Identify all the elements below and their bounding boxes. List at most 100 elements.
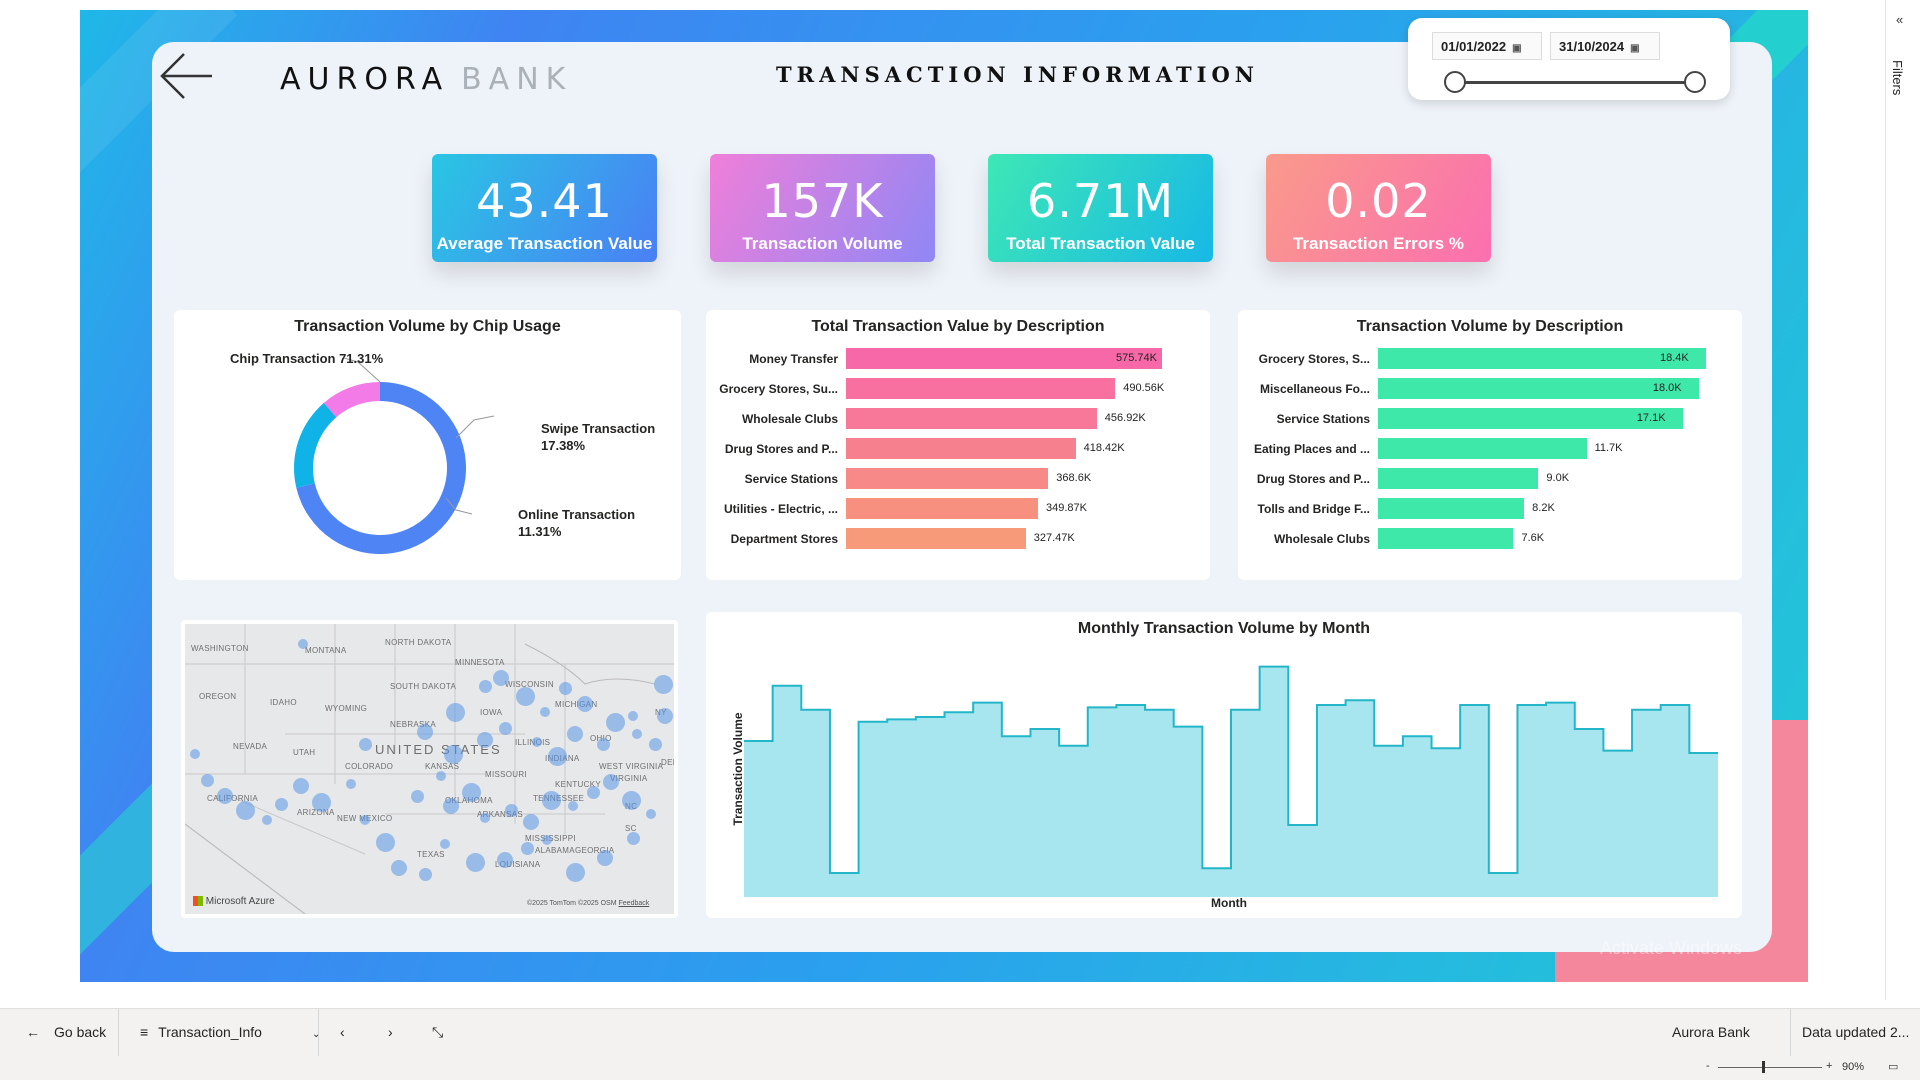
map-bubble[interactable]	[628, 711, 638, 721]
map-bubble[interactable]	[603, 774, 619, 790]
map-bubble[interactable]	[480, 813, 490, 823]
map-bubble[interactable]	[596, 737, 610, 751]
map-bubble[interactable]	[558, 681, 572, 695]
map-canvas[interactable]: WASHINGTON MONTANA NORTH DAKOTA MINNESOTA SO…	[185, 624, 674, 914]
map-bubble[interactable]	[520, 841, 534, 855]
map-bubble[interactable]	[540, 707, 550, 717]
filters-pane[interactable]: « Filters	[1885, 0, 1920, 1000]
calendar-icon[interactable]: ▣	[1630, 43, 1639, 54]
map-bubble[interactable]	[568, 801, 578, 811]
map-bubble[interactable]	[346, 779, 356, 789]
map-bubble[interactable]	[298, 639, 308, 649]
collapse-button[interactable]: ⤡	[432, 1024, 443, 1041]
next-page-button[interactable]: ›	[388, 1024, 393, 1040]
slider-start-handle[interactable]	[1444, 71, 1466, 93]
map-bubble[interactable]	[262, 815, 272, 825]
map-bubble[interactable]	[532, 737, 542, 747]
map-bubble[interactable]	[515, 686, 535, 706]
map-bubble[interactable]	[565, 862, 585, 882]
bar[interactable]	[846, 528, 1026, 549]
bar[interactable]	[846, 348, 1162, 369]
bar[interactable]	[1378, 378, 1699, 399]
feedback-link[interactable]: Feedback	[619, 900, 650, 907]
bar[interactable]	[1378, 468, 1539, 489]
map-bubble[interactable]	[586, 785, 600, 799]
bar[interactable]	[846, 468, 1049, 489]
fit-to-page-icon[interactable]: ▭	[1888, 1060, 1898, 1073]
map-bubble[interactable]	[493, 670, 509, 686]
chevron-left-icon[interactable]: «	[1896, 12, 1903, 27]
zoom-slider-handle[interactable]	[1762, 1061, 1765, 1073]
map-bubble[interactable]	[657, 708, 673, 724]
previous-page-button[interactable]: ‹	[340, 1024, 345, 1040]
volume-by-description-chart[interactable]: Transaction Volume by Description Grocer…	[1238, 310, 1742, 580]
map-bubble[interactable]	[391, 860, 407, 876]
bar[interactable]	[846, 438, 1076, 459]
slider-track[interactable]	[1454, 81, 1694, 84]
map-bubble[interactable]	[274, 797, 288, 811]
map-bubble[interactable]	[445, 702, 465, 722]
donut-slice-1[interactable]	[294, 402, 337, 488]
map-bubble[interactable]	[360, 815, 370, 825]
slider-end-handle[interactable]	[1684, 71, 1706, 93]
map-bubble[interactable]	[547, 746, 567, 766]
map-bubble[interactable]	[567, 726, 583, 742]
back-arrow-icon[interactable]	[158, 48, 214, 104]
map-bubble[interactable]	[541, 790, 561, 810]
map-bubble[interactable]	[417, 724, 433, 740]
map-bubble[interactable]	[632, 729, 642, 739]
map-bubble[interactable]	[190, 749, 200, 759]
bar[interactable]	[1378, 348, 1706, 369]
map-bubble[interactable]	[375, 832, 395, 852]
map-bubble[interactable]	[477, 732, 493, 748]
map-bubble[interactable]	[653, 674, 673, 694]
chip-usage-chart[interactable]: Transaction Volume by Chip Usage Chip Tr…	[174, 310, 681, 580]
map-bubble[interactable]	[523, 814, 539, 830]
zoom-out-button[interactable]: -	[1706, 1060, 1710, 1072]
map-bubble[interactable]	[200, 773, 214, 787]
map-bubble[interactable]	[605, 712, 625, 732]
map-bubble[interactable]	[461, 782, 481, 802]
map-bubble[interactable]	[358, 737, 372, 751]
bar[interactable]	[1378, 498, 1525, 519]
map-bubble[interactable]	[465, 852, 485, 872]
map-bubble[interactable]	[443, 744, 463, 764]
go-back-button[interactable]: ← Go back	[26, 1024, 106, 1040]
date-range-slicer[interactable]: 01/01/2022 ▣ 31/10/2024 ▣	[1408, 18, 1730, 100]
map-bubble[interactable]	[436, 771, 446, 781]
map-visual[interactable]: WASHINGTON MONTANA NORTH DAKOTA MINNESOTA SO…	[181, 620, 678, 918]
map-bubble[interactable]	[542, 835, 552, 845]
map-bubble[interactable]	[293, 778, 309, 794]
bar[interactable]	[846, 408, 1097, 429]
zoom-in-button[interactable]: +	[1826, 1060, 1832, 1072]
end-date-input[interactable]: 31/10/2024 ▣	[1550, 32, 1660, 60]
map-bubble[interactable]	[646, 809, 656, 819]
filters-label[interactable]: Filters	[1890, 60, 1905, 95]
map-bubble[interactable]	[577, 696, 593, 712]
map-bubble[interactable]	[621, 790, 641, 810]
zoom-slider[interactable]	[1718, 1067, 1822, 1068]
donut-slice-2[interactable]	[323, 382, 380, 418]
bar[interactable]	[846, 498, 1039, 519]
map-bubble[interactable]	[504, 803, 518, 817]
bar[interactable]	[1378, 438, 1587, 459]
map-bubble[interactable]	[443, 798, 459, 814]
value-by-description-chart[interactable]: Total Transaction Value by Description M…	[706, 310, 1210, 580]
map-bubble[interactable]	[497, 852, 513, 868]
start-date-input[interactable]: 01/01/2022 ▣	[1432, 32, 1542, 60]
map-bubble[interactable]	[498, 721, 512, 735]
map-bubble[interactable]	[235, 800, 255, 820]
map-bubble[interactable]	[597, 850, 613, 866]
bar[interactable]	[846, 378, 1116, 399]
map-bubble[interactable]	[626, 831, 640, 845]
map-bubble[interactable]	[478, 679, 492, 693]
map-bubble[interactable]	[217, 788, 233, 804]
map-bubble[interactable]	[410, 789, 424, 803]
page-selector[interactable]: ≡ Transaction_Info ⌄	[140, 1024, 320, 1040]
map-bubble[interactable]	[440, 839, 450, 849]
map-bubble[interactable]	[418, 867, 432, 881]
monthly-volume-chart[interactable]: Monthly Transaction Volume by Month Mont…	[706, 612, 1742, 918]
bar[interactable]	[1378, 528, 1514, 549]
map-bubble[interactable]	[648, 737, 662, 751]
map-bubble[interactable]	[311, 792, 331, 812]
